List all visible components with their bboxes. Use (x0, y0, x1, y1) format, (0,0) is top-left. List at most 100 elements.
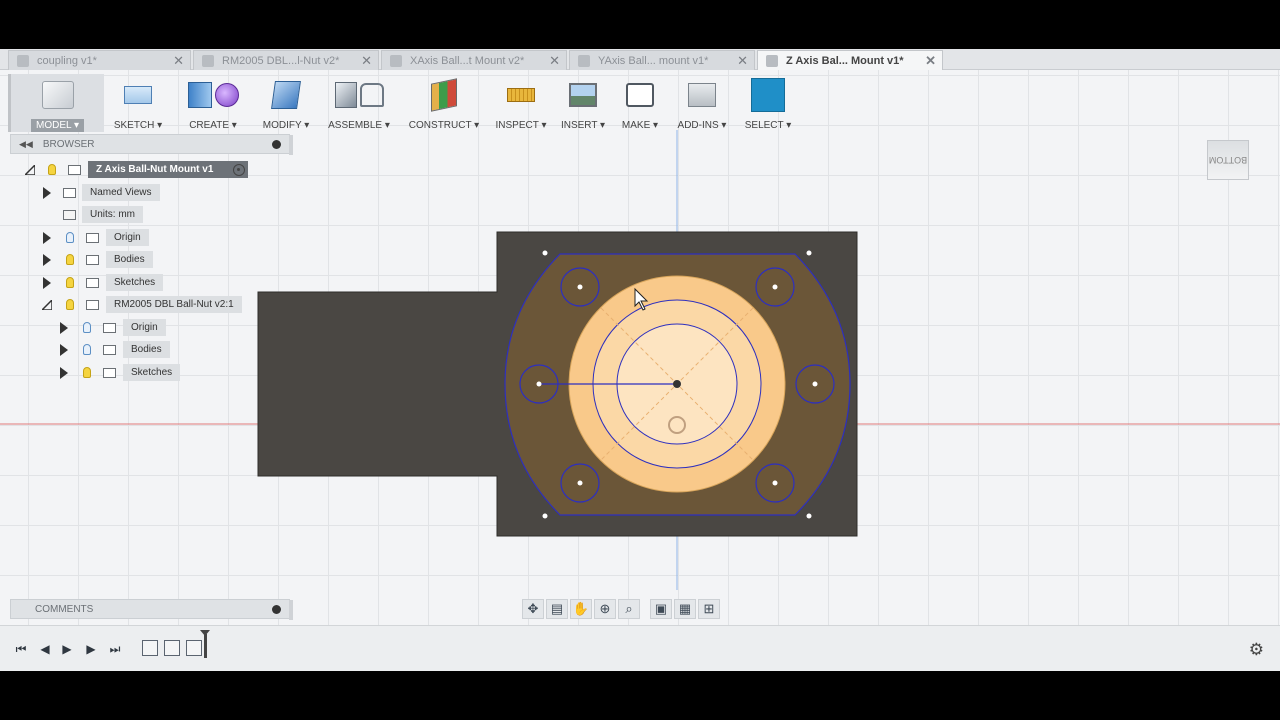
workspace-model-button[interactable]: MODEL ▾ (8, 74, 104, 132)
sketch-menu[interactable]: SKETCH ▾ (104, 74, 172, 132)
tree-item-named-views[interactable]: Named Views (10, 184, 280, 202)
display-settings-icon[interactable]: ▣ (650, 599, 672, 619)
sub-origin-label: Origin (123, 319, 166, 336)
view-cube[interactable]: BOTTOM (1207, 140, 1249, 180)
visibility-bulb-icon[interactable] (83, 367, 91, 378)
expanded-icon[interactable] (25, 165, 35, 175)
close-icon[interactable]: ✕ (361, 53, 372, 69)
document-icon (202, 54, 214, 67)
tab-label: Z Axis Bal... Mount v1* (786, 54, 904, 67)
form-icon (214, 83, 239, 107)
resize-grip[interactable] (289, 600, 293, 620)
expand-icon[interactable] (60, 322, 68, 334)
assemble-menu[interactable]: ASSEMBLE ▾ (318, 74, 400, 132)
close-icon[interactable]: ✕ (549, 53, 560, 69)
visibility-bulb-icon[interactable] (66, 232, 74, 243)
tree-item-sketches[interactable]: Sketches (10, 274, 280, 292)
collapse-panel-icon[interactable]: ◀◀ (19, 139, 33, 150)
center-point[interactable] (673, 380, 681, 388)
document-icon (68, 165, 81, 175)
visibility-bulb-icon[interactable] (66, 277, 74, 288)
expand-icon[interactable] (43, 232, 51, 244)
timeline-marker[interactable] (200, 630, 210, 658)
expanded-icon[interactable] (42, 300, 52, 310)
inspect-menu[interactable]: INSPECT ▾ (488, 74, 554, 132)
tree-item-sub-origin[interactable]: Origin (10, 319, 280, 337)
tab-rm2005[interactable]: RM2005 DBL...l-Nut v2* ✕ (193, 50, 379, 70)
grid-icon[interactable]: ▦ (674, 599, 696, 619)
expand-icon[interactable] (43, 254, 51, 266)
close-icon[interactable]: ✕ (173, 53, 184, 69)
tree-item-sub-bodies[interactable]: Bodies (10, 341, 280, 359)
folder-icon (86, 278, 99, 288)
zoom-icon[interactable]: ⊕ (594, 599, 616, 619)
make-menu[interactable]: MAKE ▾ (612, 74, 668, 132)
timeline-component-icon[interactable] (142, 640, 158, 656)
visibility-bulb-icon[interactable] (66, 254, 74, 265)
zoom-window-icon[interactable]: ⌕ (618, 599, 640, 619)
document-icon (390, 54, 402, 67)
tree-item-component[interactable]: RM2005 DBL Ball-Nut v2:1 (10, 296, 280, 314)
visibility-bulb-icon[interactable] (83, 344, 91, 355)
last-icon[interactable]: ⏭ (106, 640, 124, 658)
browser-title: BROWSER (42, 138, 95, 150)
minimize-icon[interactable] (272, 140, 281, 149)
play-icon[interactable]: ▶ (58, 640, 76, 658)
tab-xaxis[interactable]: XAxis Ball...t Mount v2* ✕ (381, 50, 567, 70)
units-label: Units: mm (82, 206, 143, 223)
expand-icon[interactable] (60, 367, 68, 379)
tab-zaxis[interactable]: Z Axis Bal... Mount v1* ✕ (757, 50, 943, 70)
tree-item-bodies[interactable]: Bodies (10, 251, 280, 269)
offset-plane-icon (431, 78, 457, 112)
tree-item-units[interactable]: Units: mm (10, 206, 280, 224)
tab-coupling[interactable]: coupling v1* ✕ (8, 50, 191, 70)
sub-sketches-label: Sketches (123, 364, 181, 381)
3d-print-icon (626, 83, 654, 107)
settings-gear-icon[interactable]: ⚙ (1249, 640, 1264, 660)
create-menu[interactable]: CREATE ▾ (172, 74, 254, 132)
folder-icon (86, 255, 99, 265)
play-forward-icon[interactable]: ▶ (82, 640, 100, 658)
expand-icon[interactable] (43, 277, 51, 289)
first-icon[interactable]: ⏮ (12, 640, 30, 658)
folder-icon (103, 345, 116, 355)
component-label: RM2005 DBL Ball-Nut v2:1 (106, 296, 242, 313)
scripts-addins-icon (688, 83, 716, 107)
activate-target-icon[interactable] (233, 164, 245, 176)
sub-bodies-label: Bodies (123, 341, 170, 358)
resize-grip[interactable] (289, 135, 293, 155)
browser-header[interactable]: ◀◀ BROWSER (10, 134, 293, 155)
insert-menu[interactable]: INSERT ▾ (554, 74, 612, 132)
measure-icon (507, 88, 535, 102)
tab-label: YAxis Ball... mount v1* (598, 54, 709, 67)
pan-icon[interactable]: ✋ (570, 599, 592, 619)
new-component-icon (334, 82, 357, 108)
addins-menu[interactable]: ADD-INS ▾ (668, 74, 736, 132)
units-icon (63, 210, 76, 220)
tree-item-origin[interactable]: Origin (10, 229, 280, 247)
visibility-bulb-icon[interactable] (66, 299, 74, 310)
previous-icon[interactable]: ◀ (36, 640, 54, 658)
tree-item-sub-sketches[interactable]: Sketches (10, 364, 280, 382)
expand-icon[interactable] (60, 344, 68, 356)
timeline-feature-icon[interactable] (186, 640, 202, 656)
expand-icon[interactable] (43, 187, 51, 199)
construct-menu[interactable]: CONSTRUCT ▾ (400, 74, 488, 132)
folder-icon (86, 233, 99, 243)
comments-panel[interactable]: COMMENTS (10, 599, 293, 620)
modify-menu[interactable]: MODIFY ▾ (254, 74, 318, 132)
tree-root[interactable]: Z Axis Ball-Nut Mount v1 (10, 161, 280, 179)
orbit-icon[interactable]: ✥ (522, 599, 544, 619)
add-comment-icon[interactable] (272, 605, 281, 614)
timeline-sketch-icon[interactable] (164, 640, 180, 656)
close-icon[interactable]: ✕ (737, 53, 748, 69)
close-icon[interactable]: ✕ (925, 53, 936, 69)
visibility-bulb-icon[interactable] (83, 322, 91, 333)
assemble-label: ASSEMBLE ▾ (328, 120, 390, 131)
look-at-icon[interactable]: ▤ (546, 599, 568, 619)
document-icon (766, 54, 778, 67)
visibility-bulb-icon[interactable] (48, 164, 56, 175)
viewports-icon[interactable]: ⊞ (698, 599, 720, 619)
select-menu[interactable]: SELECT ▾ (736, 74, 800, 132)
tab-yaxis[interactable]: YAxis Ball... mount v1* ✕ (569, 50, 755, 70)
